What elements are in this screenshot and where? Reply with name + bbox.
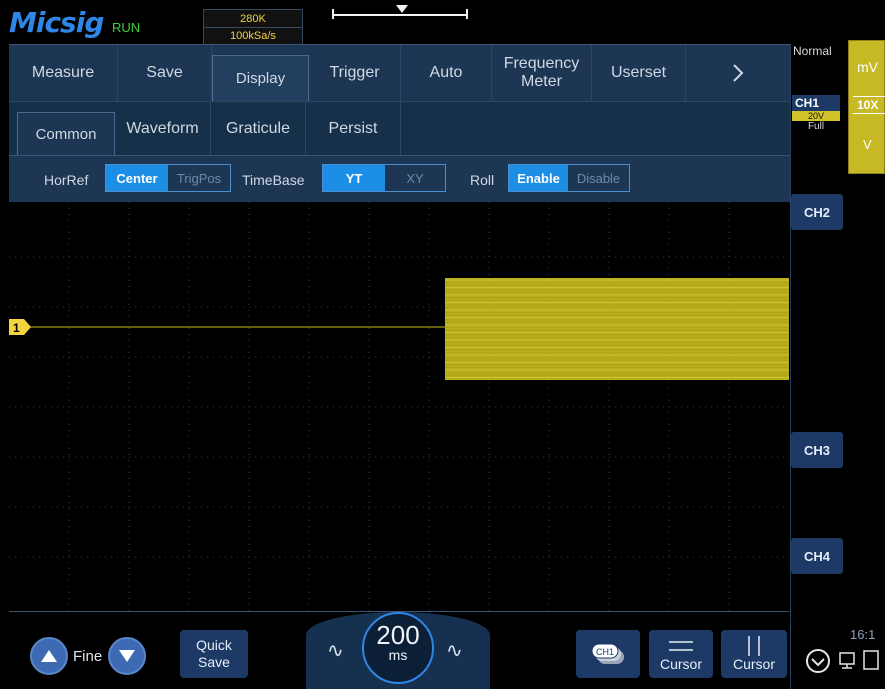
- ch1-bandwidth: Full: [807, 121, 825, 132]
- horref-trigpos-option[interactable]: TrigPos: [168, 165, 230, 191]
- subtab-persist[interactable]: Persist: [306, 102, 401, 155]
- sample-rate: 100kSa/s: [204, 27, 302, 43]
- system-icons: [806, 640, 885, 680]
- unit-mv[interactable]: mV: [857, 59, 878, 75]
- fine-label: Fine: [73, 648, 103, 665]
- roll-disable-option[interactable]: Disable: [568, 165, 629, 191]
- timebase-yt-option[interactable]: YT: [323, 165, 385, 191]
- trigger-position-marker[interactable]: [396, 5, 408, 13]
- run-status[interactable]: RUN: [112, 20, 140, 35]
- ch1-label: CH1: [792, 95, 840, 111]
- tab-measure[interactable]: Measure: [9, 45, 118, 101]
- triangle-up-icon: [41, 650, 57, 662]
- quick-save-button[interactable]: Quick Save: [180, 630, 248, 678]
- chevron-right-icon: [733, 64, 744, 82]
- cursor-label-2: Cursor: [732, 656, 775, 672]
- timebase-knob[interactable]: 200 ms: [362, 612, 434, 684]
- cursor-horizontal-button[interactable]: Cursor: [649, 630, 713, 678]
- ch1-chip-text: CH1: [596, 647, 614, 657]
- timebase-label: TimeBase: [242, 172, 305, 188]
- memory-depth: 280K: [240, 13, 266, 25]
- subtab-common[interactable]: Common: [17, 112, 115, 156]
- fine-down-button[interactable]: [108, 637, 146, 675]
- horref-label: HorRef: [44, 172, 89, 188]
- brand-logo: Micsig: [9, 6, 104, 39]
- timebase-xy-option[interactable]: XY: [385, 165, 445, 191]
- subtab-waveform[interactable]: Waveform: [115, 102, 211, 155]
- cursor-vertical-button[interactable]: Cursor: [721, 630, 787, 678]
- trigger-mode[interactable]: Normal: [793, 44, 832, 58]
- timebase-toggle[interactable]: YT XY: [322, 164, 446, 192]
- display-controls-row: HorRef Center TrigPos TimeBase YT XY Rol…: [9, 155, 790, 203]
- ch1-scale: 20V: [792, 111, 840, 121]
- ch1-marker-label: 1: [13, 321, 20, 335]
- ch1-stack-icon: CH1: [591, 643, 624, 664]
- tab-frequency-meter[interactable]: Frequency Meter: [492, 45, 592, 101]
- unit-v[interactable]: V: [863, 137, 872, 152]
- acquisition-info[interactable]: 280K 100kSa/s: [203, 9, 303, 45]
- roll-enable-option[interactable]: Enable: [509, 165, 568, 191]
- quick-save-label: Quick Save: [196, 637, 232, 670]
- ch1-marker-tip: [24, 319, 31, 335]
- fine-up-button[interactable]: [30, 637, 68, 675]
- screen-icon[interactable]: [839, 652, 855, 669]
- tab-userset[interactable]: Userset: [592, 45, 686, 101]
- status-bar: Micsig RUN 280K 100kSa/s: [0, 0, 790, 45]
- horref-toggle[interactable]: Center TrigPos: [105, 164, 231, 192]
- sub-tab-bar: Common Waveform Graticule Persist: [9, 101, 790, 156]
- ch4-button[interactable]: CH4: [791, 538, 843, 574]
- ch1-settings[interactable]: CH1 20V Full: [792, 95, 840, 151]
- probe-panel[interactable]: mV 10X V: [848, 40, 885, 174]
- probe-attenuation[interactable]: 10X: [853, 96, 885, 114]
- collapse-circle-icon[interactable]: [806, 649, 830, 673]
- tab-trigger[interactable]: Trigger: [309, 45, 401, 101]
- top-tab-bar: Measure Save Display Trigger Auto Freque…: [9, 45, 790, 113]
- roll-label: Roll: [470, 172, 495, 188]
- ch2-button[interactable]: CH2: [791, 194, 843, 230]
- file-icon[interactable]: [863, 650, 879, 670]
- cursor-label-1: Cursor: [659, 656, 702, 672]
- tab-save[interactable]: Save: [118, 45, 212, 101]
- ch3-button[interactable]: CH3: [791, 432, 843, 468]
- roll-toggle[interactable]: Enable Disable: [508, 164, 630, 192]
- tab-auto[interactable]: Auto: [401, 45, 492, 101]
- graticule: 1: [9, 202, 789, 612]
- subtab-graticule[interactable]: Graticule: [211, 102, 306, 155]
- timebase-decrease-icon[interactable]: ∿: [327, 638, 344, 663]
- timebase-value: 200: [376, 620, 420, 650]
- more-tabs-button[interactable]: [686, 45, 790, 101]
- timebase-unit: ms: [388, 647, 408, 663]
- menu-panel: Measure Save Display Trigger Auto Freque…: [9, 44, 790, 203]
- waveform-display[interactable]: 1: [9, 202, 789, 612]
- horref-center-option[interactable]: Center: [106, 165, 168, 191]
- timebase-increase-icon[interactable]: ∿: [446, 638, 463, 663]
- ch1-quick-button[interactable]: CH1: [576, 630, 640, 678]
- timebase-position-bar[interactable]: [330, 5, 470, 21]
- triangle-down-icon: [119, 650, 135, 662]
